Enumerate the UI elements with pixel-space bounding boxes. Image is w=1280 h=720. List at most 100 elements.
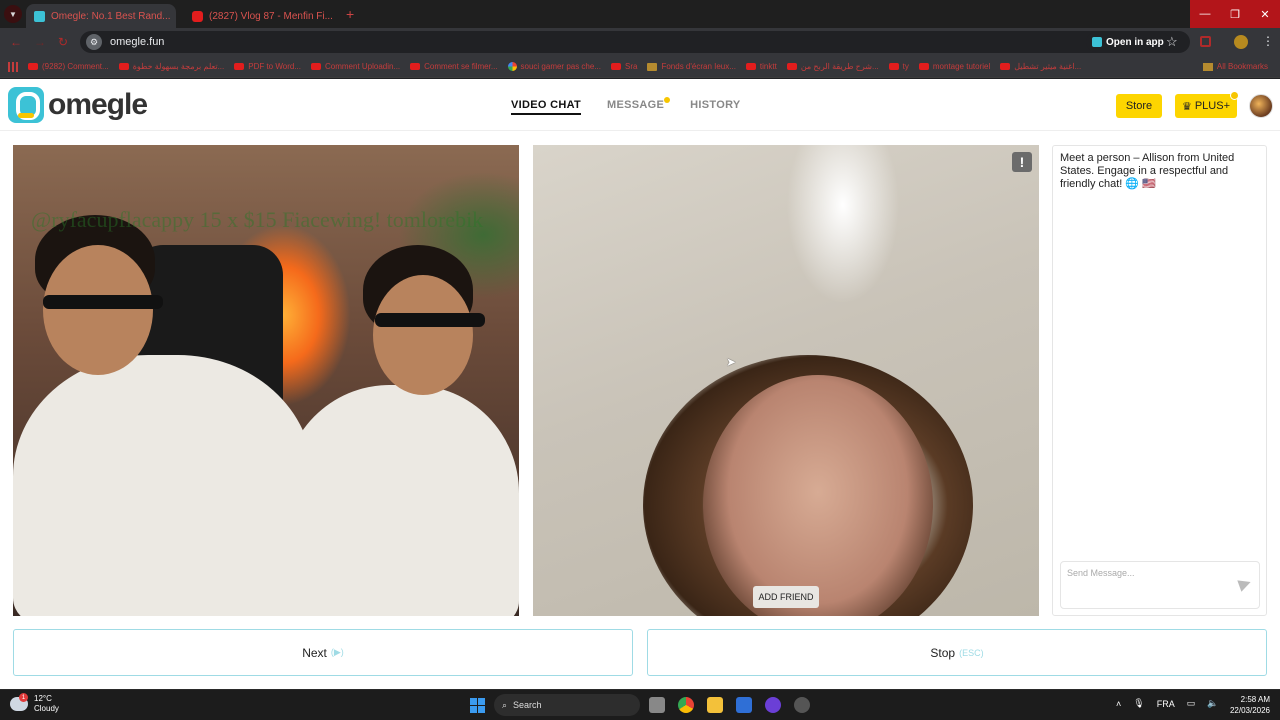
youtube-icon xyxy=(410,63,421,70)
chevron-up-icon[interactable]: ˄ xyxy=(1116,699,1121,709)
bookmark-item[interactable]: PDF to Word... xyxy=(234,62,301,71)
bookmark-item[interactable]: Comment se filmer... xyxy=(410,62,498,71)
folder-icon xyxy=(1202,62,1213,71)
all-bookmarks[interactable]: All Bookmarks xyxy=(1202,62,1268,71)
url-text: omegle.fun xyxy=(110,36,165,48)
bookmark-label: tinktt xyxy=(759,62,777,71)
search-label: Search xyxy=(513,700,542,710)
sunglasses-left xyxy=(43,295,163,309)
network-icon[interactable]: ▭ xyxy=(1187,698,1196,709)
bookmarks-bar: (9282) Comment... تعلم برمجة بسهولة خطوة… xyxy=(0,56,1280,78)
minimize-icon[interactable]: — xyxy=(1190,0,1220,28)
main-nav: VIDEO CHAT MESSAGE HISTORY xyxy=(511,97,741,115)
youtube-icon xyxy=(745,63,756,70)
weather-widget[interactable]: 12°C Cloudy xyxy=(10,693,59,714)
chat-intro-message: Meet a person – Allison from United Stat… xyxy=(1060,152,1235,190)
local-video: @ryfacupflacappy 15 x $15 Fiacewing! tom… xyxy=(13,145,519,616)
new-tab-icon[interactable]: + xyxy=(346,6,354,22)
bookmark-item[interactable]: ty xyxy=(888,62,909,71)
bookmark-item[interactable]: Sra xyxy=(611,62,637,71)
restore-icon[interactable]: ❐ xyxy=(1220,0,1250,28)
open-in-app-button[interactable]: Open in app xyxy=(1086,32,1170,52)
menu-kebab-icon[interactable]: ⋮ xyxy=(1262,34,1274,48)
add-friend-button[interactable]: ADD FRIEND xyxy=(753,586,819,608)
app-icon[interactable] xyxy=(765,697,781,713)
overlay-watermark: @ryfacupflacappy 15 x $15 Fiacewing! tom… xyxy=(31,207,484,232)
tab-title: (2827) Vlog 87 - Menfin Fi... xyxy=(209,10,333,22)
time: 2:58 AM xyxy=(1240,695,1270,704)
windows-taskbar: 12°C Cloudy ⌕ Search ˄ 🎙 FRA ▭ 🔈 2:58 AM… xyxy=(0,689,1280,720)
omnibox[interactable]: ⚙ omegle.fun xyxy=(80,31,1190,53)
report-icon[interactable]: ! xyxy=(1012,152,1032,172)
microphone-icon[interactable]: 🎙 xyxy=(1133,698,1144,709)
bookmark-item[interactable]: souci gamer pas che... xyxy=(507,62,601,71)
bookmark-label: تعلم برمجة بسهولة خطوة... xyxy=(132,62,225,71)
omegle-favicon-icon xyxy=(34,10,45,22)
omegle-logo[interactable]: omegle xyxy=(8,87,148,123)
address-bar-row: ← → ↻ ⚙ omegle.fun Open in app ☆ ⋮ xyxy=(0,28,1280,56)
window-controls: — ❐ ✕ xyxy=(1190,0,1280,28)
forward-icon[interactable]: → xyxy=(34,35,46,49)
bookmark-label: اغنية ميثير تشطيل... xyxy=(1014,62,1082,71)
profile-icon[interactable] xyxy=(1234,35,1248,49)
omegle-page: omegle VIDEO CHAT MESSAGE HISTORY Store … xyxy=(0,79,1280,689)
open-in-app-label: Open in app xyxy=(1106,36,1164,48)
search-icon: ⌕ xyxy=(502,699,508,710)
bookmark-item[interactable]: Fonds d'écran Ieux... xyxy=(647,62,736,71)
bookmark-star-icon[interactable]: ☆ xyxy=(1166,34,1178,50)
youtube-favicon-icon xyxy=(192,10,203,22)
close-window-icon[interactable]: ✕ xyxy=(1250,0,1280,28)
plus-button[interactable]: ♛ PLUS+ xyxy=(1175,91,1239,118)
windows-start-icon[interactable] xyxy=(470,698,485,713)
store-app-icon[interactable] xyxy=(736,697,752,713)
chrome-dev-icon[interactable] xyxy=(794,697,810,713)
google-icon xyxy=(507,62,517,71)
extensions-icon[interactable] xyxy=(1200,36,1211,47)
bookmark-label: Sra xyxy=(625,62,638,71)
nav-video-chat[interactable]: VIDEO CHAT xyxy=(511,99,582,115)
tab-search-icon[interactable]: ▼ xyxy=(4,5,22,23)
bookmark-item[interactable]: Comment Uploadin... xyxy=(311,62,400,71)
reload-icon[interactable]: ↻ xyxy=(58,35,68,49)
volume-icon[interactable]: 🔈 xyxy=(1207,698,1218,709)
nav-history[interactable]: HISTORY xyxy=(690,99,740,115)
send-icon[interactable] xyxy=(1237,576,1253,592)
apps-icon[interactable] xyxy=(8,61,18,72)
stop-label: Stop xyxy=(930,645,956,660)
next-shortcut-hint: (▶) xyxy=(330,647,344,657)
bookmark-item[interactable]: (9282) Comment... xyxy=(28,62,109,71)
taskbar-search[interactable]: ⌕ Search xyxy=(494,694,640,716)
site-info-icon[interactable]: ⚙ xyxy=(86,34,102,50)
file-explorer-icon[interactable] xyxy=(707,697,723,713)
person-right-head xyxy=(373,275,473,395)
bookmark-item[interactable]: montage tutoriel xyxy=(918,62,990,71)
youtube-icon xyxy=(918,63,929,70)
bookmark-item[interactable]: تعلم برمجة بسهولة خطوة... xyxy=(118,62,225,71)
tab-youtube[interactable]: (2827) Vlog 87 - Menfin Fi... ✕ xyxy=(184,4,340,28)
youtube-icon xyxy=(118,63,129,70)
task-view-icon[interactable] xyxy=(649,697,665,713)
remote-video: ! ➤ ADD FRIEND xyxy=(533,145,1039,616)
bookmark-label: Comment se filmer... xyxy=(424,62,498,71)
temperature: 12°C xyxy=(34,694,52,703)
store-button[interactable]: Store xyxy=(1116,94,1162,118)
language-indicator[interactable]: FRA xyxy=(1157,699,1175,709)
system-tray: ˄ 🎙 FRA ▭ 🔈 xyxy=(1116,698,1218,709)
send-message-input[interactable]: Send Message... xyxy=(1060,561,1260,609)
bookmark-label: ty xyxy=(902,62,909,71)
stop-button[interactable]: Stop (ESC) xyxy=(647,629,1267,676)
bookmark-item[interactable]: اغنية ميثير تشطيل... xyxy=(1000,62,1081,71)
bookmark-label: شرح طريقة الربح من... xyxy=(800,62,879,71)
message-placeholder: Send Message... xyxy=(1067,568,1135,578)
crown-icon: ♛ xyxy=(1181,100,1192,113)
bookmark-item[interactable]: tinktt xyxy=(745,62,777,71)
chrome-icon[interactable] xyxy=(678,697,694,713)
user-avatar[interactable] xyxy=(1249,94,1273,118)
youtube-icon xyxy=(28,63,38,70)
tab-omegle[interactable]: Omegle: No.1 Best Rand... ✕ xyxy=(26,4,176,28)
nav-message[interactable]: MESSAGE xyxy=(607,97,671,115)
next-button[interactable]: Next (▶) xyxy=(13,629,633,676)
back-icon[interactable]: ← xyxy=(10,35,22,49)
clock[interactable]: 2:58 AM 22/03/2026 xyxy=(1226,694,1270,716)
bookmark-item[interactable]: شرح طريقة الربح من... xyxy=(786,62,879,71)
